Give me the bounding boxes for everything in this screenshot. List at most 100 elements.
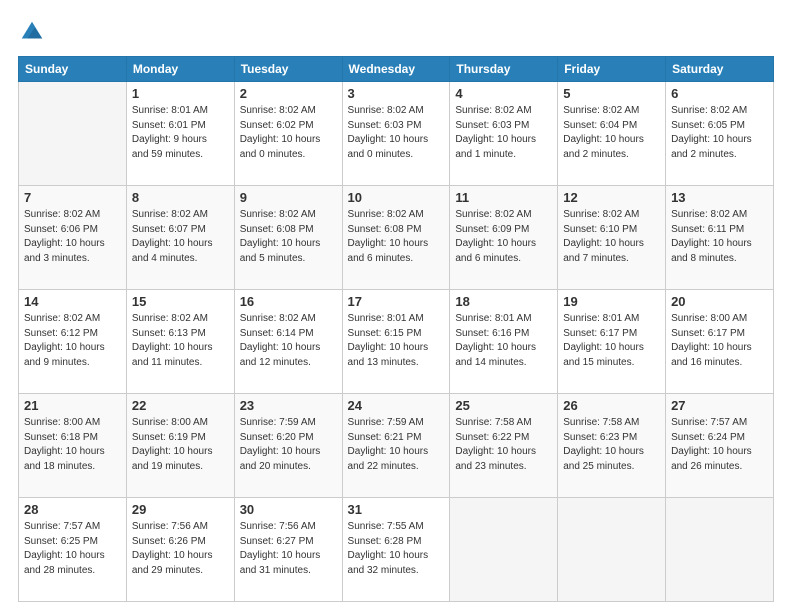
day-header-monday: Monday <box>126 57 234 82</box>
day-number: 5 <box>563 86 660 101</box>
day-info: Sunrise: 7:58 AM Sunset: 6:23 PM Dayligh… <box>563 416 660 474</box>
calendar-cell <box>666 498 774 602</box>
week-row-4: 28Sunrise: 7:57 AM Sunset: 6:25 PM Dayli… <box>19 498 774 602</box>
day-number: 4 <box>455 86 552 101</box>
day-info: Sunrise: 8:02 AM Sunset: 6:02 PM Dayligh… <box>240 104 337 162</box>
day-number: 30 <box>240 502 337 517</box>
day-number: 29 <box>132 502 229 517</box>
calendar-cell: 16 Sunrise: 8:02 AM Sunset: 6:14 PM Dayli… <box>234 290 342 394</box>
day-number: 18 <box>455 294 552 309</box>
day-number: 17 <box>348 294 445 309</box>
day-header-friday: Friday <box>558 57 666 82</box>
week-row-3: 21 Sunrise: 8:00 AM Sunset: 6:18 PM Dayli… <box>19 394 774 498</box>
day-info: Sunrise: 8:01 AM Sunset: 6:15 PM Dayligh… <box>348 312 445 370</box>
day-number: 12 <box>563 190 660 205</box>
calendar-cell: 5 Sunrise: 8:02 AM Sunset: 6:04 PM Daylig… <box>558 82 666 186</box>
day-number: 19 <box>563 294 660 309</box>
day-number: 2 <box>240 86 337 101</box>
day-number: 9 <box>240 190 337 205</box>
day-info: Sunrise: 8:00 AM Sunset: 6:17 PM Dayligh… <box>671 312 768 370</box>
day-number: 21 <box>24 398 121 413</box>
day-info: Sunrise: 7:59 AM Sunset: 6:20 PM Dayligh… <box>240 416 337 474</box>
day-number: 8 <box>132 190 229 205</box>
day-info: Sunrise: 8:00 AM Sunset: 6:19 PM Dayligh… <box>132 416 229 474</box>
calendar-cell: 6Sunrise: 8:02 AM Sunset: 6:05 PM Daylig… <box>666 82 774 186</box>
calendar-cell: 18 Sunrise: 8:01 AM Sunset: 6:16 PM Dayli… <box>450 290 558 394</box>
day-info: Sunrise: 8:02 AM Sunset: 6:10 PM Dayligh… <box>563 208 660 266</box>
logo-icon <box>18 18 46 46</box>
calendar-cell: 10 Sunrise: 8:02 AM Sunset: 6:08 PM Dayli… <box>342 186 450 290</box>
day-info: Sunrise: 7:55 AM Sunset: 6:28 PM Dayligh… <box>348 520 445 578</box>
page: SundayMondayTuesdayWednesdayThursdayFrid… <box>0 0 792 612</box>
day-number: 3 <box>348 86 445 101</box>
day-info: Sunrise: 8:01 AM Sunset: 6:16 PM Dayligh… <box>455 312 552 370</box>
day-number: 10 <box>348 190 445 205</box>
calendar-cell: 23 Sunrise: 7:59 AM Sunset: 6:20 PM Dayli… <box>234 394 342 498</box>
calendar-cell: 4 Sunrise: 8:02 AM Sunset: 6:03 PM Daylig… <box>450 82 558 186</box>
day-number: 11 <box>455 190 552 205</box>
day-number: 13 <box>671 190 768 205</box>
day-info: Sunrise: 8:02 AM Sunset: 6:03 PM Dayligh… <box>348 104 445 162</box>
calendar-cell: 19 Sunrise: 8:01 AM Sunset: 6:17 PM Dayli… <box>558 290 666 394</box>
calendar-cell: 31Sunrise: 7:55 AM Sunset: 6:28 PM Dayli… <box>342 498 450 602</box>
day-header-thursday: Thursday <box>450 57 558 82</box>
day-number: 23 <box>240 398 337 413</box>
day-info: Sunrise: 8:02 AM Sunset: 6:14 PM Dayligh… <box>240 312 337 370</box>
calendar-cell: 11Sunrise: 8:02 AM Sunset: 6:09 PM Dayli… <box>450 186 558 290</box>
calendar-cell: 21 Sunrise: 8:00 AM Sunset: 6:18 PM Dayli… <box>19 394 127 498</box>
calendar-cell <box>450 498 558 602</box>
day-header-saturday: Saturday <box>666 57 774 82</box>
day-header-tuesday: Tuesday <box>234 57 342 82</box>
day-info: Sunrise: 8:00 AM Sunset: 6:18 PM Dayligh… <box>24 416 121 474</box>
header <box>18 18 774 46</box>
calendar-cell: 28Sunrise: 7:57 AM Sunset: 6:25 PM Dayli… <box>19 498 127 602</box>
calendar-cell: 2 Sunrise: 8:02 AM Sunset: 6:02 PM Daylig… <box>234 82 342 186</box>
day-number: 14 <box>24 294 121 309</box>
day-number: 16 <box>240 294 337 309</box>
day-info: Sunrise: 7:57 AM Sunset: 6:25 PM Dayligh… <box>24 520 121 578</box>
day-info: Sunrise: 8:02 AM Sunset: 6:12 PM Dayligh… <box>24 312 121 370</box>
day-number: 1 <box>132 86 229 101</box>
day-info: Sunrise: 8:02 AM Sunset: 6:06 PM Dayligh… <box>24 208 121 266</box>
calendar-cell: 27 Sunrise: 7:57 AM Sunset: 6:24 PM Dayli… <box>666 394 774 498</box>
day-info: Sunrise: 8:02 AM Sunset: 6:03 PM Dayligh… <box>455 104 552 162</box>
day-info: Sunrise: 7:57 AM Sunset: 6:24 PM Dayligh… <box>671 416 768 474</box>
calendar-cell: 15 Sunrise: 8:02 AM Sunset: 6:13 PM Dayli… <box>126 290 234 394</box>
day-number: 27 <box>671 398 768 413</box>
day-number: 6 <box>671 86 768 101</box>
calendar-cell: 9 Sunrise: 8:02 AM Sunset: 6:08 PM Daylig… <box>234 186 342 290</box>
calendar-table: SundayMondayTuesdayWednesdayThursdayFrid… <box>18 56 774 602</box>
day-info: Sunrise: 7:59 AM Sunset: 6:21 PM Dayligh… <box>348 416 445 474</box>
day-info: Sunrise: 8:01 AM Sunset: 6:17 PM Dayligh… <box>563 312 660 370</box>
day-number: 24 <box>348 398 445 413</box>
day-info: Sunrise: 8:02 AM Sunset: 6:13 PM Dayligh… <box>132 312 229 370</box>
day-info: Sunrise: 8:02 AM Sunset: 6:04 PM Dayligh… <box>563 104 660 162</box>
day-info: Sunrise: 7:56 AM Sunset: 6:26 PM Dayligh… <box>132 520 229 578</box>
day-number: 15 <box>132 294 229 309</box>
calendar-cell <box>19 82 127 186</box>
day-header-row: SundayMondayTuesdayWednesdayThursdayFrid… <box>19 57 774 82</box>
calendar-cell: 22Sunrise: 8:00 AM Sunset: 6:19 PM Dayli… <box>126 394 234 498</box>
calendar-cell: 13 Sunrise: 8:02 AM Sunset: 6:11 PM Dayli… <box>666 186 774 290</box>
calendar-cell: 17 Sunrise: 8:01 AM Sunset: 6:15 PM Dayli… <box>342 290 450 394</box>
calendar-cell: 7 Sunrise: 8:02 AM Sunset: 6:06 PM Daylig… <box>19 186 127 290</box>
calendar-cell: 20 Sunrise: 8:00 AM Sunset: 6:17 PM Dayli… <box>666 290 774 394</box>
day-number: 7 <box>24 190 121 205</box>
week-row-1: 7 Sunrise: 8:02 AM Sunset: 6:06 PM Daylig… <box>19 186 774 290</box>
week-row-0: 1Sunrise: 8:01 AM Sunset: 6:01 PM Daylig… <box>19 82 774 186</box>
day-info: Sunrise: 8:02 AM Sunset: 6:11 PM Dayligh… <box>671 208 768 266</box>
calendar-cell: 29 Sunrise: 7:56 AM Sunset: 6:26 PM Dayli… <box>126 498 234 602</box>
calendar-cell: 1Sunrise: 8:01 AM Sunset: 6:01 PM Daylig… <box>126 82 234 186</box>
day-number: 25 <box>455 398 552 413</box>
calendar-header: SundayMondayTuesdayWednesdayThursdayFrid… <box>19 57 774 82</box>
week-row-2: 14 Sunrise: 8:02 AM Sunset: 6:12 PM Dayli… <box>19 290 774 394</box>
calendar-cell: 26Sunrise: 7:58 AM Sunset: 6:23 PM Dayli… <box>558 394 666 498</box>
day-info: Sunrise: 7:58 AM Sunset: 6:22 PM Dayligh… <box>455 416 552 474</box>
calendar-cell: 14 Sunrise: 8:02 AM Sunset: 6:12 PM Dayli… <box>19 290 127 394</box>
logo <box>18 18 50 46</box>
calendar-cell: 3 Sunrise: 8:02 AM Sunset: 6:03 PM Daylig… <box>342 82 450 186</box>
calendar-cell: 25 Sunrise: 7:58 AM Sunset: 6:22 PM Dayli… <box>450 394 558 498</box>
day-number: 20 <box>671 294 768 309</box>
day-info: Sunrise: 8:02 AM Sunset: 6:08 PM Dayligh… <box>348 208 445 266</box>
day-info: Sunrise: 8:02 AM Sunset: 6:08 PM Dayligh… <box>240 208 337 266</box>
